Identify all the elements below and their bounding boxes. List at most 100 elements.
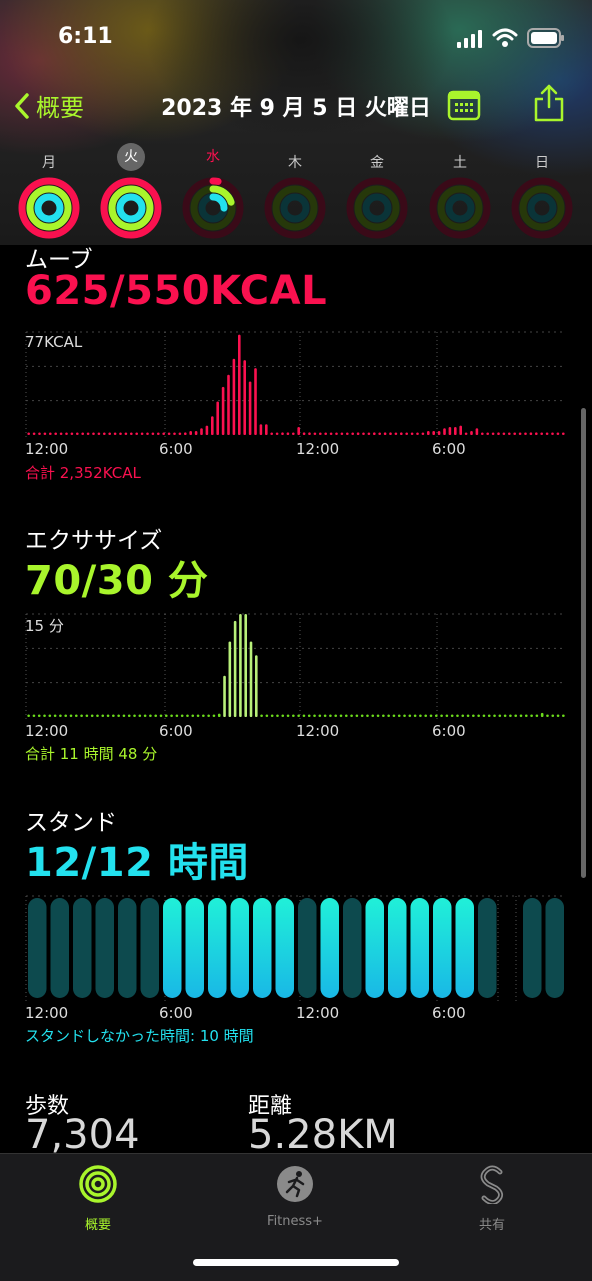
exercise-bar [302,714,306,717]
stand-hour-bar [343,898,362,998]
day-6-label[interactable]: 日 [522,146,562,172]
stand-tick-1: 12:00 [25,1004,69,1022]
exercise-bar [244,614,248,717]
exercise-bar [297,714,300,717]
exercise-bar [546,714,549,717]
tab-fitness-plus-label: Fitness+ [267,1214,323,1229]
tab-fitness-plus[interactable]: Fitness+ [245,1164,345,1229]
tab-summary[interactable]: 概要 [58,1164,138,1233]
exercise-bar [143,714,147,717]
day-0-rings[interactable] [17,176,81,240]
stand-hour-bar [230,898,249,998]
exercise-bar [159,714,163,717]
stand-hour-bar [410,898,429,998]
exercise-bar [408,714,412,717]
exercise-bar [101,714,105,717]
exercise-bar [434,714,438,717]
move-bar [189,430,192,435]
ring-stand [34,193,64,223]
move-bar [27,432,30,435]
move-bar [113,432,117,435]
exercise-bar [85,714,89,717]
exercise-bar [397,714,401,717]
move-bar [459,425,462,435]
move-bar [103,432,106,435]
stand-hour-bar [298,898,317,998]
day-0-label[interactable]: 月 [29,146,69,172]
move-bar [76,432,79,435]
exercise-bar [366,714,369,717]
stand-value: 12/12 時間 [25,840,249,886]
move-bar [535,432,538,435]
ring-stand-track [527,193,557,223]
day-1-label[interactable]: 火 [111,143,151,171]
exercise-bar [207,714,210,717]
day-4-rings[interactable] [345,176,409,240]
move-bar [65,432,68,435]
tab-sharing-label: 共有 [478,1218,505,1233]
day-5-rings[interactable] [428,176,492,240]
move-bar [308,432,311,435]
exercise-bar [270,714,274,717]
scroll-indicator[interactable] [581,408,586,878]
exercise-bar [133,714,136,717]
stand-hour-bar [73,898,92,998]
move-bar [135,432,138,435]
exercise-bar [43,714,46,717]
status-time: 6:11 [58,24,113,49]
move-bar [54,432,57,435]
move-bar [529,432,533,435]
exercise-bar [96,714,99,717]
exercise-bar [164,714,168,717]
move-bar [486,432,489,435]
move-bar [275,432,279,435]
sharing-icon [480,1165,504,1206]
exercise-bar [202,714,205,717]
move-bar [551,432,554,435]
day-2-label[interactable]: 水 [193,146,233,166]
day-2-rings[interactable] [181,176,245,240]
exercise-bar [239,614,242,717]
calendar-icon[interactable] [447,89,481,121]
move-bar [227,374,230,435]
day-1-rings[interactable] [99,176,163,240]
stand-hour-bar [365,898,384,998]
exercise-tick-2: 6:00 [159,722,193,740]
move-bar [448,426,452,435]
stand-tick-2: 6:00 [159,1004,193,1022]
day-5-label[interactable]: 土 [440,146,480,172]
move-bar [286,432,290,435]
move-bar [405,432,408,435]
move-bar [410,432,414,435]
exercise-bar [323,714,327,717]
move-bar [491,432,495,435]
move-bar [346,432,349,435]
exercise-bar [350,714,353,717]
day-6-rings[interactable] [510,176,574,240]
move-bar [416,432,419,435]
move-bar [265,424,268,435]
exercise-bar [64,714,68,717]
exercise-bar [419,714,422,717]
exercise-bar [217,713,221,717]
day-3-label[interactable]: 木 [275,146,315,172]
share-icon[interactable] [532,83,566,123]
move-bar [400,432,403,435]
exercise-bar [212,714,216,717]
move-bar [248,381,252,435]
day-4-label[interactable]: 金 [357,146,397,172]
exercise-bar [281,714,285,717]
stand-hour-bar [275,898,294,998]
tab-sharing[interactable]: 共有 [452,1164,532,1233]
move-bar [270,432,273,435]
day-3-rings[interactable] [263,176,327,240]
exercise-bar [74,714,78,717]
exercise-bar [329,714,332,717]
exercise-bar [360,714,364,717]
exercise-bar [424,714,428,717]
exercise-bar [138,714,142,717]
ring-stand-track [445,193,475,223]
exercise-bar [127,714,131,717]
move-bar [319,432,322,435]
distance-value: 5.28KM [248,1112,398,1158]
